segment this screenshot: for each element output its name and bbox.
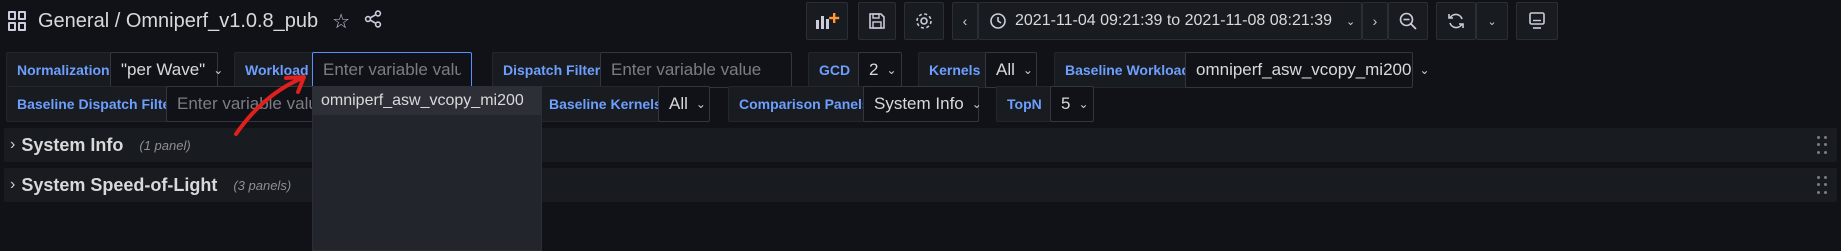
dashboard-page: General / Omniperf_v1.0.8_pub ☆ ‹ 2021-1… [0,0,1841,251]
kernels-select[interactable]: All ⌄ [985,52,1037,88]
breadcrumb-folder[interactable]: General [38,10,109,33]
add-panel-icon [816,13,840,29]
dashboard-settings-button[interactable] [904,2,944,40]
chevron-down-icon: ⌄ [1487,15,1497,28]
chevron-right-icon: › [10,136,16,153]
chevron-down-icon: ⌄ [1022,63,1033,77]
row-system-speed-of-light[interactable]: › System Speed-of-Light (3 panels) [4,168,1837,202]
clock-icon [990,13,1006,29]
variable-label-normalization: Normalization [6,52,121,88]
workload-input[interactable] [312,52,472,88]
drag-handle-icon[interactable] [1817,136,1829,156]
chevron-right-icon: › [10,176,16,193]
row-title: System Info [21,134,124,155]
chevron-left-icon: ‹ [962,13,968,29]
normalization-select[interactable]: "per Wave" ⌄ [110,52,223,88]
variable-label-baseline-dispatch-filter: Baseline Dispatch Filter [6,86,187,122]
chevron-right-icon: › [1372,13,1378,29]
time-range-text: 2021-11-04 09:21:39 to 2021-11-08 08:21:… [1015,12,1332,29]
breadcrumb-separator: / [109,9,126,32]
normalization-value: "per Wave" [121,60,206,79]
tv-mode-button[interactable] [1516,2,1558,40]
share-icon[interactable] [364,9,382,33]
dashboard-title[interactable]: Omniperf_v1.0.8_pub [126,10,318,33]
chevron-down-icon: ⌄ [695,97,706,111]
baseline-workload-value: omniperf_asw_vcopy_mi200 [1196,60,1412,79]
topn-select[interactable]: 5 ⌄ [1050,86,1094,122]
add-panel-button[interactable] [806,2,848,40]
variable-label-kernels: Kernels [918,52,992,88]
time-shift-forward-button[interactable]: › [1362,2,1388,40]
chevron-down-icon: ⌄ [1078,97,1089,111]
top-navbar: General / Omniperf_v1.0.8_pub ☆ ‹ 2021-1… [0,0,1841,44]
drag-handle-icon[interactable] [1817,176,1829,196]
variable-label-baseline-kernels: Baseline Kernels [538,86,673,122]
chevron-down-icon: ⌄ [971,97,982,111]
save-icon [869,13,885,29]
baseline-kernels-value: All [669,94,688,113]
chevron-down-icon: ⌄ [1346,15,1356,28]
chevron-down-icon: ⌄ [1419,63,1430,77]
baseline-kernels-select[interactable]: All ⌄ [658,86,710,122]
dropdown-option[interactable]: omniperf_asw_vcopy_mi200 [313,87,541,115]
gcd-select[interactable]: 2 ⌄ [858,52,902,88]
dispatch-filter-input[interactable] [600,52,792,88]
variable-label-dispatch-filter: Dispatch Filter [492,52,612,88]
star-icon[interactable]: ☆ [332,9,350,34]
time-shift-back-button[interactable]: ‹ [952,2,978,40]
comparison-panels-value: System Info [874,94,964,113]
comparison-panels-select[interactable]: System Info ⌄ [863,86,982,122]
time-picker-button[interactable]: 2021-11-04 09:21:39 to 2021-11-08 08:21:… [978,2,1362,40]
refresh-button[interactable] [1436,2,1476,40]
chevron-down-icon: ⌄ [213,63,224,77]
chevron-down-icon: ⌄ [886,63,897,77]
breadcrumb: General / Omniperf_v1.0.8_pub ☆ [8,7,382,35]
variable-label-topn: TopN [996,86,1053,122]
kernels-value: All [996,60,1015,79]
refresh-interval-button[interactable]: ⌄ [1476,2,1508,40]
row-title: System Speed-of-Light [21,174,218,195]
tv-mode-icon [1529,12,1545,29]
variable-label-baseline-workload: Baseline Workload [1054,52,1202,88]
refresh-icon [1448,13,1464,29]
zoom-out-icon [1399,12,1417,30]
grid-icon[interactable] [8,11,28,31]
save-dashboard-button[interactable] [858,2,896,40]
gcd-value: 2 [869,60,879,79]
baseline-workload-select[interactable]: omniperf_asw_vcopy_mi200 ⌄ [1185,52,1430,88]
topn-value: 5 [1061,94,1071,113]
row-panel-count: (3 panels) [233,177,292,193]
variable-label-comparison-panels: Comparison Panels [728,86,881,122]
settings-icon [916,13,932,29]
workload-dropdown-menu: omniperf_asw_vcopy_mi200 [312,86,542,251]
row-panel-count: (1 panel) [139,137,191,153]
annotation-arrow [234,75,306,136]
zoom-out-button[interactable] [1388,2,1428,40]
variable-label-gcd: GCD [808,52,862,88]
